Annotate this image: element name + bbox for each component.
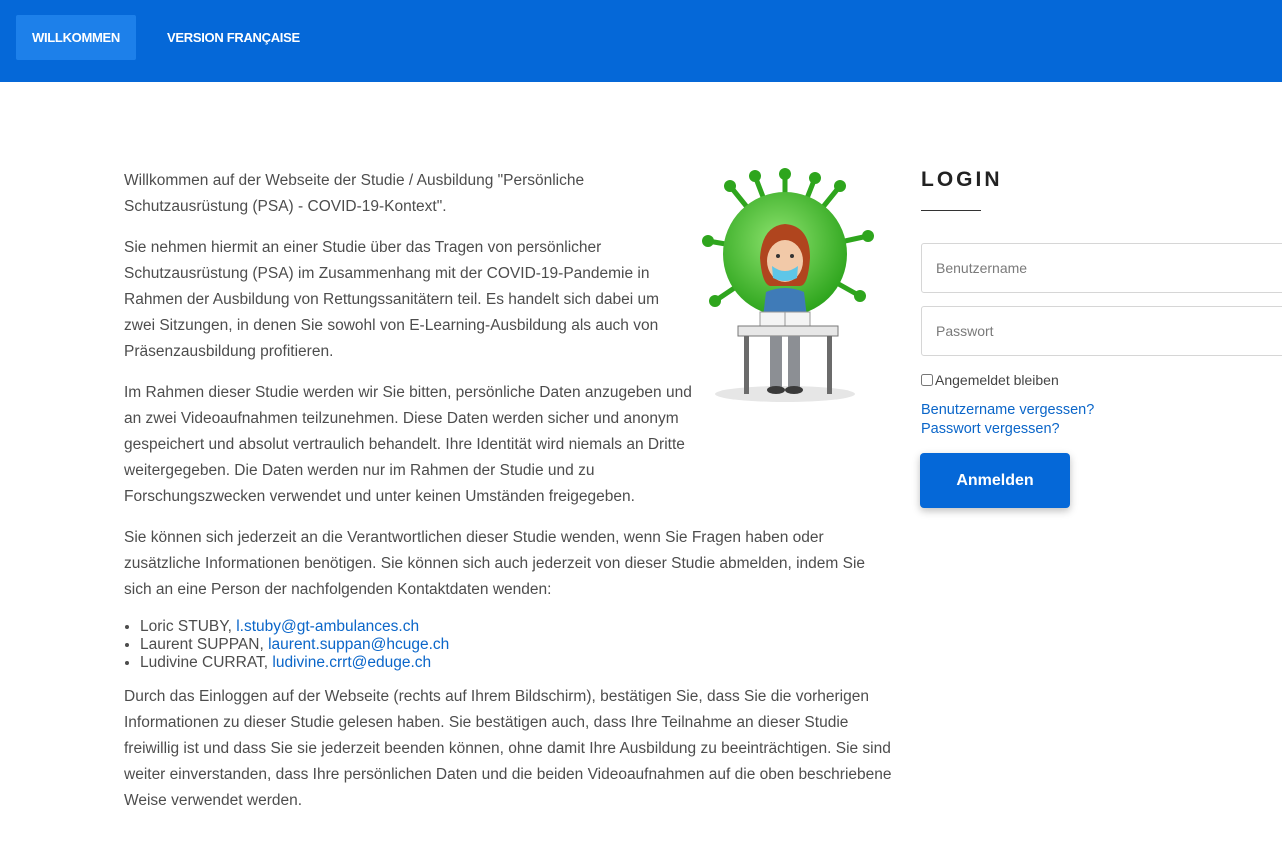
contact-email-link[interactable]: ludivine.crrt@eduge.ch: [272, 654, 431, 671]
forgot-username-link[interactable]: Benutzername vergessen?: [921, 402, 1094, 418]
remember-me-checkbox[interactable]: [921, 374, 933, 386]
remember-me-label[interactable]: Angemeldet bleiben: [921, 372, 1059, 388]
data-privacy-paragraph: Im Rahmen dieser Studie werden wir Sie b…: [124, 384, 692, 505]
contact-list-item: Ludivine CURRAT, ludivine.crrt@eduge.ch: [140, 654, 894, 672]
contact-list: Loric STUBY, l.stuby@gt-ambulances.ch La…: [124, 618, 894, 672]
login-submit-button[interactable]: Anmelden: [920, 453, 1070, 508]
top-navigation-bar: WILLKOMMEN VERSION FRANÇAISE: [0, 0, 1282, 82]
contact-list-item: Loric STUBY, l.stuby@gt-ambulances.ch: [140, 618, 894, 636]
study-description-paragraph: Sie nehmen hiermit an einer Studie über …: [124, 239, 660, 360]
password-input[interactable]: [921, 306, 1282, 356]
tab-willkommen[interactable]: WILLKOMMEN: [16, 15, 136, 60]
contact-email-link[interactable]: l.stuby@gt-ambulances.ch: [236, 618, 419, 635]
login-title-divider: [921, 210, 981, 211]
consent-paragraph: Durch das Einloggen auf der Webseite (re…: [124, 688, 892, 809]
contact-name: Laurent SUPPAN,: [140, 636, 269, 653]
tab-version-francaise[interactable]: VERSION FRANÇAISE: [151, 15, 316, 60]
intro-paragraph: Willkommen auf der Webseite der Studie /…: [124, 172, 585, 215]
virus-student-reading-illustration: [702, 168, 874, 402]
login-title: LOGIN: [921, 168, 1003, 191]
remember-me-text: Angemeldet bleiben: [935, 372, 1059, 388]
forgot-password-link[interactable]: Passwort vergessen?: [921, 421, 1060, 437]
contact-name: Ludivine CURRAT,: [140, 654, 273, 671]
contact-list-item: Laurent SUPPAN, laurent.suppan@hcuge.ch: [140, 636, 894, 654]
contact-info-paragraph: Sie können sich jederzeit an die Verantw…: [124, 529, 866, 598]
username-input[interactable]: [921, 243, 1282, 293]
contact-name: Loric STUBY,: [140, 618, 237, 635]
contact-email-link[interactable]: laurent.suppan@hcuge.ch: [268, 636, 449, 653]
